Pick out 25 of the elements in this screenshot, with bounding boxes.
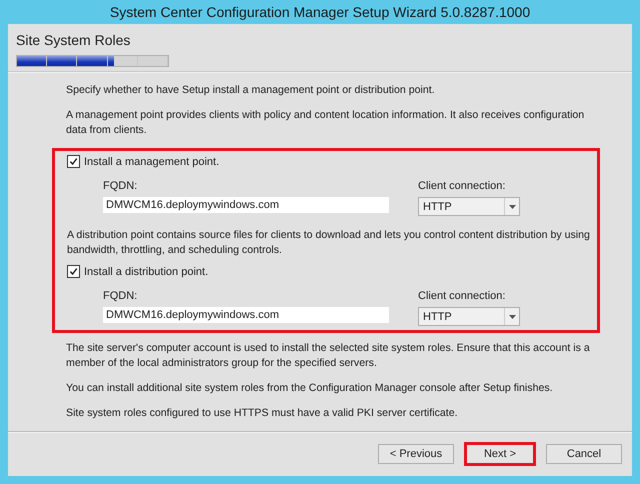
connection-dropdown[interactable]: HTTP [418,307,520,326]
wizard-button[interactable]: Cancel [546,444,622,464]
intro-text: A management point provides clients with policy and content location information. It also receives configuration data from clients. [66,108,586,138]
connection-dropdown[interactable]: HTTP [418,197,520,216]
dropdown-arrow-icon [508,314,516,318]
checkbox[interactable] [67,155,80,168]
field-label: Client connection: [418,290,506,302]
window-title: System Center Configuration Manager Setup Wizard 5.0.8287.1000 [110,4,530,20]
checkbox-label[interactable]: Install a management point. [84,156,220,168]
page-title: Site System Roles [16,32,132,48]
dropdown-arrow-icon [508,204,516,208]
role-description: A distribution point contains source files for clients to download and lets you control content distribution by using bandwidth, throttling, and scheduling controls. [67,228,591,258]
note-text: Site system roles configured to use HTTPS must have a valid PKI server certificate. [66,406,459,421]
checkbox-label[interactable]: Install a distribution point. [84,266,208,278]
field-label: Client connection: [418,180,506,192]
fqdn-field[interactable]: DMWCM16.deploymywindows.com [103,307,389,323]
note-text: You can install additional site system roles from the Configuration Manager console after Setup finishes. [66,381,554,396]
intro-text: Specify whether to have Setup install a management point or distribution point. [66,83,436,98]
checkbox[interactable] [67,265,80,278]
field-label: FQDN: [103,290,138,302]
wizard-button[interactable]: < Previous [378,444,454,464]
wizard-button[interactable]: Next > [464,442,536,466]
fqdn-field[interactable]: DMWCM16.deploymywindows.com [103,197,389,213]
note-text: The site server's computer account is used to install the selected site system roles. Ensure that this account is a member of the local administrators group for the specified servers. [66,341,591,371]
field-label: FQDN: [103,180,138,192]
